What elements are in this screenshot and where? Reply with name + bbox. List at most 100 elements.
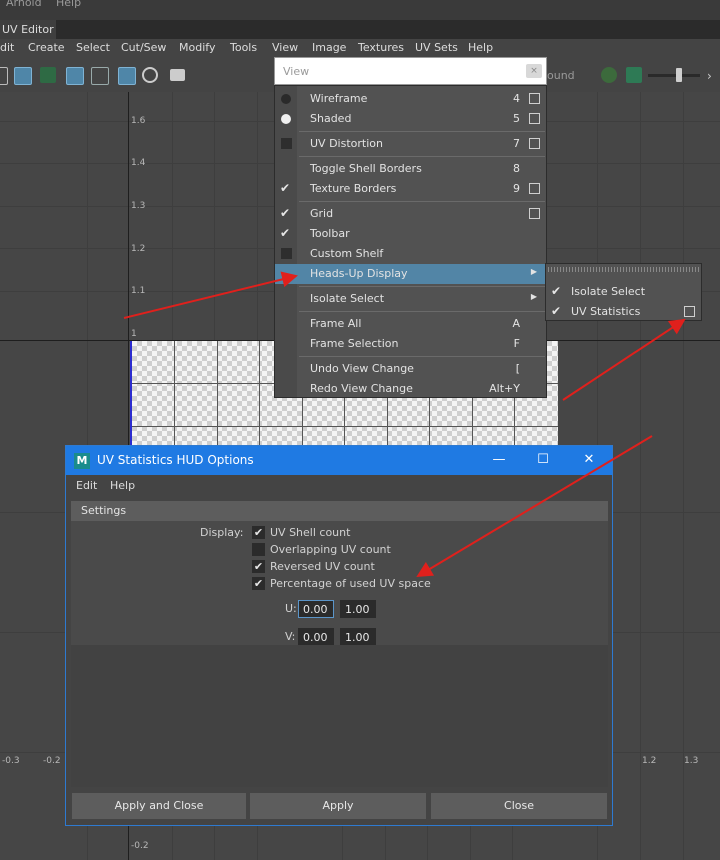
v-max-field[interactable]: 1.00	[340, 628, 376, 646]
axis-label-neg-0-2: -0.2	[43, 756, 61, 766]
apply-button[interactable]: Apply	[250, 793, 426, 819]
option-box-icon[interactable]	[529, 208, 540, 219]
clear-icon[interactable]: ×	[526, 64, 542, 78]
menu-edit[interactable]: dit	[0, 41, 14, 54]
shaded-tool-icon[interactable]	[40, 67, 56, 83]
submenu-item-uv-statistics[interactable]: ✔ UV Statistics	[546, 302, 701, 322]
dialog-title: UV Statistics HUD Options	[97, 453, 254, 467]
menu-help[interactable]: Help	[468, 41, 493, 54]
axis-label-1-4: 1.4	[131, 158, 146, 168]
unchecked-square-icon	[281, 138, 292, 149]
grid-display-icon[interactable]	[91, 67, 109, 85]
menu-item-frame-all[interactable]: Frame All A	[275, 314, 546, 334]
menu-modify[interactable]: Modify	[179, 41, 215, 54]
check-icon: ✔	[551, 304, 562, 318]
menu-item-shaded[interactable]: Shaded 5	[275, 109, 546, 129]
view-menu-search[interactable]: View ×	[274, 57, 547, 85]
option-box-icon[interactable]	[684, 306, 695, 317]
axis-label-1-1: 1.1	[131, 286, 146, 296]
close-icon[interactable]: ✕	[574, 450, 604, 470]
menu-item-frame-selection[interactable]: Frame Selection F	[275, 334, 546, 354]
radio-dot-icon	[281, 94, 291, 104]
v-min-field[interactable]: 0.00	[298, 628, 334, 646]
menubar: dit Create Select Cut/Sew Modify Tools V…	[0, 39, 720, 58]
menu-item-uv-distortion[interactable]: UV Distortion 7	[275, 134, 546, 154]
submenu-item-isolate-select[interactable]: ✔ Isolate Select	[546, 282, 701, 302]
menu-item-texture-borders[interactable]: ✔ Texture Borders 9	[275, 179, 546, 199]
menu-item-undo-view-change[interactable]: Undo View Change [	[275, 359, 546, 379]
axis-label-1: 1	[131, 329, 137, 339]
submenu-arrow-icon: ▶	[530, 267, 537, 276]
checkbox-checked-icon[interactable]: ✔	[252, 577, 265, 590]
menu-create[interactable]: Create	[28, 41, 65, 54]
menu-view[interactable]: View	[272, 41, 298, 54]
axis-label-neg-0-3: -0.3	[2, 756, 20, 766]
slider-handle[interactable]	[676, 68, 682, 82]
option-box-icon[interactable]	[529, 138, 540, 149]
camera-icon[interactable]	[170, 69, 185, 81]
menu-cut-sew[interactable]: Cut/Sew	[121, 41, 166, 54]
apply-and-close-button[interactable]: Apply and Close	[72, 793, 246, 819]
dialog-titlebar[interactable]: M UV Statistics HUD Options — ☐ ✕	[66, 446, 612, 475]
axis-label-1-3: 1.3	[131, 201, 146, 211]
maximize-icon[interactable]: ☐	[528, 450, 558, 470]
window-title: UV Editor	[0, 20, 56, 39]
dialog-menu-edit[interactable]: Edit	[76, 479, 97, 492]
radio-dot-icon	[281, 114, 291, 124]
menu-item-custom-shelf[interactable]: Custom Shelf	[275, 244, 546, 264]
menu-help-top[interactable]: Help	[56, 0, 81, 9]
option-box-icon[interactable]	[529, 93, 540, 104]
settings-panel: Display: ✔ UV Shell count Overlapping UV…	[71, 521, 608, 646]
tear-off-handle[interactable]	[548, 267, 699, 272]
menu-image[interactable]: Image	[312, 41, 346, 54]
check-icon: ✔	[280, 206, 291, 220]
grid-tool-icon[interactable]	[0, 67, 8, 85]
checkbox-checked-icon[interactable]: ✔	[252, 526, 265, 539]
dialog-empty-area	[71, 645, 608, 787]
minimize-icon[interactable]: —	[484, 450, 514, 470]
menu-item-redo-view-change[interactable]: Redo View Change Alt+Y	[275, 379, 546, 399]
menu-item-grid[interactable]: ✔ Grid	[275, 204, 546, 224]
close-button[interactable]: Close	[431, 793, 607, 819]
u-min-field[interactable]: 0.00	[298, 600, 334, 618]
display-label: Display:	[200, 526, 244, 539]
image-icon[interactable]	[626, 67, 642, 83]
menu-item-wireframe[interactable]: Wireframe 4	[275, 89, 546, 109]
option-box-icon[interactable]	[529, 183, 540, 194]
dialog-menu-help[interactable]: Help	[110, 479, 135, 492]
u-max-field[interactable]: 1.00	[340, 600, 376, 618]
checkbox-checked-icon[interactable]: ✔	[252, 560, 265, 573]
chevron-right-icon[interactable]: ›	[707, 69, 712, 83]
hud-submenu: ✔ Isolate Select ✔ UV Statistics	[545, 263, 702, 321]
menu-item-isolate-select[interactable]: Isolate Select ▶	[275, 289, 546, 309]
texture-tool-icon[interactable]	[14, 67, 32, 85]
menu-item-toolbar[interactable]: ✔ Toolbar	[275, 224, 546, 244]
check-icon: ✔	[280, 226, 291, 240]
top-strip: Arnold Help	[0, 0, 720, 20]
menu-item-heads-up-display[interactable]: Heads-Up Display ▶	[275, 264, 546, 284]
check-icon: ✔	[551, 284, 562, 298]
isolate-icon[interactable]	[142, 67, 158, 83]
menu-textures[interactable]: Textures	[358, 41, 404, 54]
view-menu-search-placeholder: View	[283, 65, 310, 78]
view-menu: Wireframe 4 Shaded 5 UV Distortion 7 Tog…	[274, 85, 547, 398]
option-box-icon[interactable]	[529, 113, 540, 124]
settings-section-header[interactable]: Settings	[71, 501, 608, 521]
menu-tools[interactable]: Tools	[230, 41, 257, 54]
maya-app-icon: M	[74, 453, 90, 469]
checkbox-unchecked-icon[interactable]	[252, 543, 265, 556]
axis-label-bottom: -0.2	[131, 841, 149, 851]
exposure-slider[interactable]	[648, 68, 700, 82]
menu-item-toggle-shell-borders[interactable]: Toggle Shell Borders 8	[275, 159, 546, 179]
axis-label-1-2-x: 1.2	[642, 756, 657, 766]
rgb-icon[interactable]	[601, 67, 617, 83]
frame-tool-icon[interactable]	[66, 67, 84, 85]
menu-arnold[interactable]: Arnold	[6, 0, 42, 9]
menu-uv-sets[interactable]: UV Sets	[415, 41, 458, 54]
window-titlebar	[0, 20, 720, 39]
menu-select[interactable]: Select	[76, 41, 110, 54]
axis-label-1-6: 1.6	[131, 116, 146, 126]
toolbar-partial-text: ound	[547, 69, 575, 82]
check-icon: ✔	[280, 181, 291, 195]
checker-icon[interactable]	[118, 67, 136, 85]
